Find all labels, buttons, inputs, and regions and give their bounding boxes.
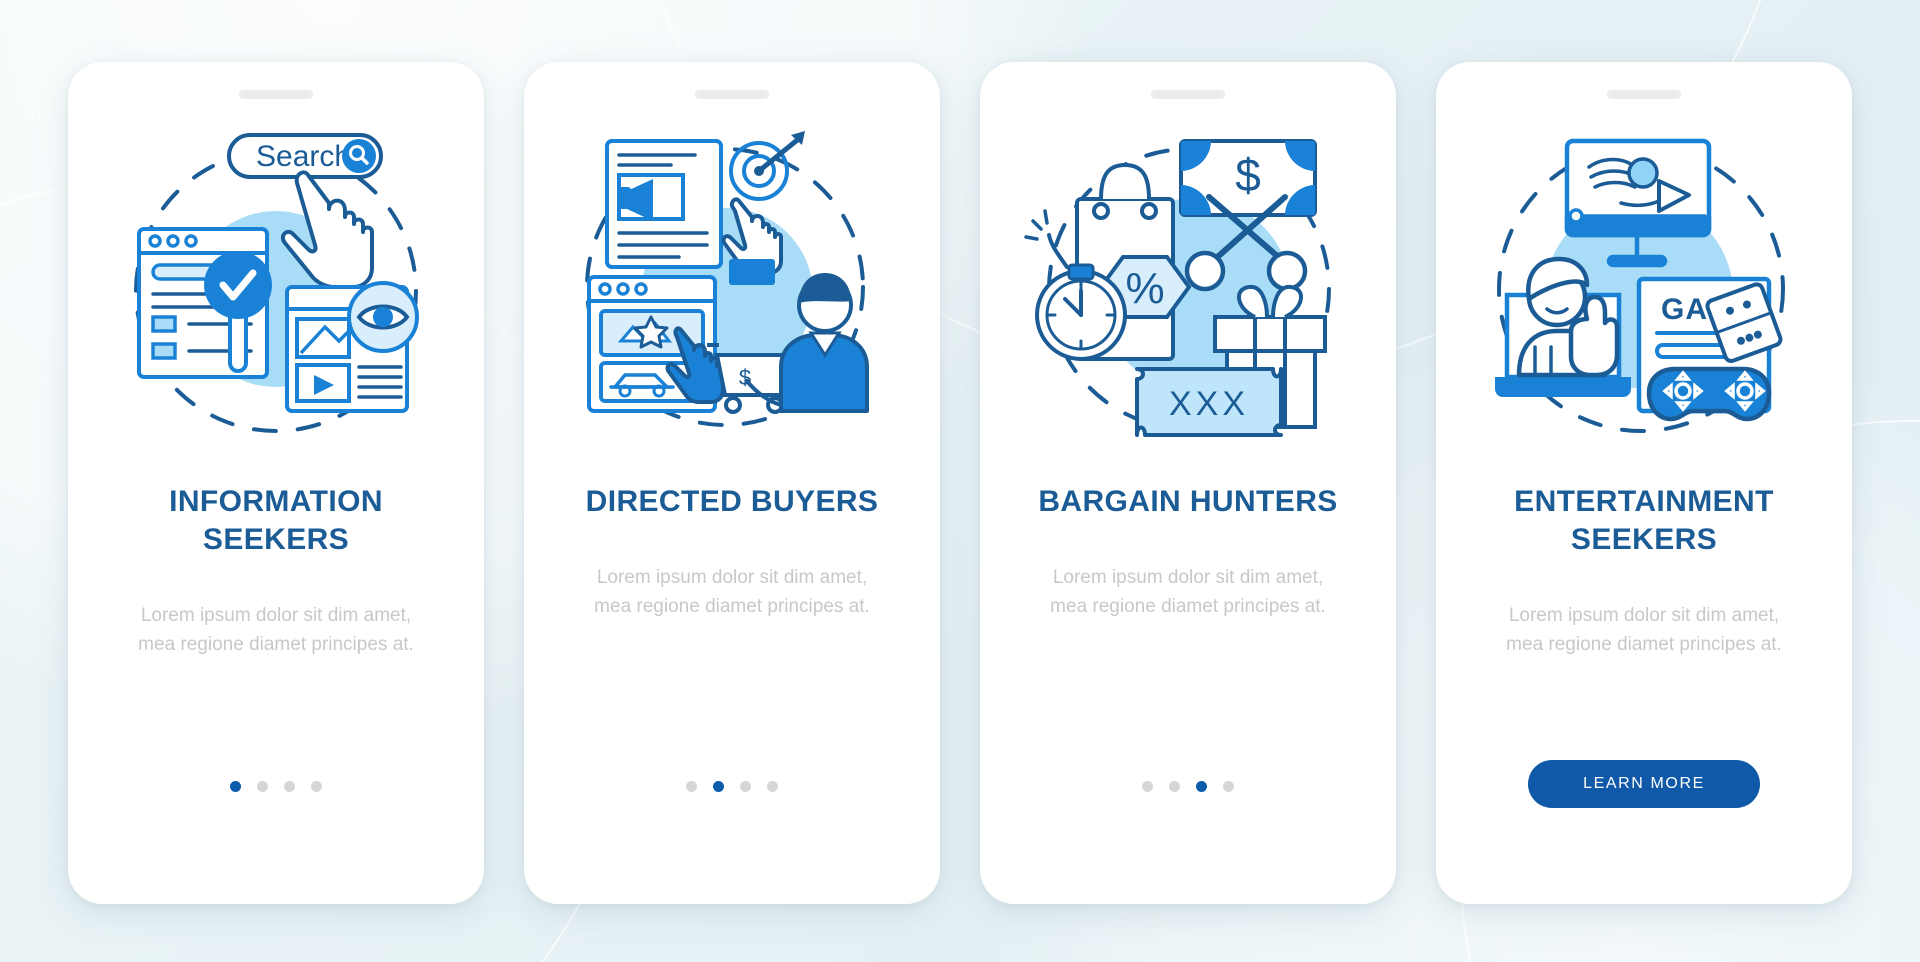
onboarding-screen-bargain-hunters: $ % XXX BARGAIN HUNTERS Lorem ipsum dolo…	[980, 62, 1396, 904]
page-title: DIRECTED BUYERS	[585, 485, 879, 518]
targeted-shopping-illustration: $	[567, 119, 897, 449]
pagination-dot-4[interactable]	[767, 781, 778, 792]
page-title: INFORMATION SEEKERS	[169, 485, 383, 556]
phone-speaker-notch	[695, 90, 769, 99]
pagination-dots[interactable]	[1142, 781, 1234, 792]
page-title: ENTERTAINMENT SEEKERS	[1514, 485, 1774, 556]
pagination-dot-1[interactable]	[230, 781, 241, 792]
pagination-dot-3[interactable]	[740, 781, 751, 792]
page-description: Lorem ipsum dolor sit dim amet, mea regi…	[1506, 605, 1782, 655]
coupon-code-label: XXX	[1169, 385, 1249, 423]
onboarding-card-row: Search INFORMATION SEEKERS Lorem ipsum d…	[0, 0, 1920, 904]
pagination-dots[interactable]	[686, 781, 778, 792]
phone-speaker-notch	[239, 90, 313, 99]
page-title: BARGAIN HUNTERS	[1038, 485, 1338, 518]
search-pill-label: Search	[256, 140, 351, 173]
pagination-dot-4[interactable]	[311, 781, 322, 792]
learn-more-button[interactable]: LEARN MORE	[1528, 760, 1760, 808]
pagination-dot-1[interactable]	[1142, 781, 1153, 792]
pagination-dot-1[interactable]	[686, 781, 697, 792]
pagination-dot-3[interactable]	[1196, 781, 1207, 792]
pagination-dot-4[interactable]	[1223, 781, 1234, 792]
money-dollar-glyph: $	[1235, 149, 1261, 201]
pagination-dot-3[interactable]	[284, 781, 295, 792]
phone-speaker-notch	[1151, 90, 1225, 99]
page-description: Lorem ipsum dolor sit dim amet, mea regi…	[594, 567, 870, 617]
percent-glyph: %	[1125, 264, 1164, 313]
discount-deals-illustration: $ % XXX	[1023, 119, 1353, 449]
onboarding-screen-information-seekers: Search INFORMATION SEEKERS Lorem ipsum d…	[68, 62, 484, 904]
phone-speaker-notch	[1607, 90, 1681, 99]
media-gaming-illustration: GAME	[1479, 119, 1809, 449]
pagination-dot-2[interactable]	[257, 781, 268, 792]
pagination-dot-2[interactable]	[713, 781, 724, 792]
page-description: Lorem ipsum dolor sit dim amet, mea regi…	[138, 605, 414, 655]
search-browse-illustration: Search	[111, 119, 441, 449]
pagination-dots[interactable]	[230, 781, 322, 792]
pagination-dot-2[interactable]	[1169, 781, 1180, 792]
onboarding-screen-directed-buyers: $ DIRECTED BUYERS Lorem ipsum dolor sit …	[524, 62, 940, 904]
page-description: Lorem ipsum dolor sit dim amet, mea regi…	[1050, 567, 1326, 617]
onboarding-screens-page: Search INFORMATION SEEKERS Lorem ipsum d…	[0, 0, 1920, 962]
onboarding-screen-entertainment-seekers: GAME	[1436, 62, 1852, 904]
